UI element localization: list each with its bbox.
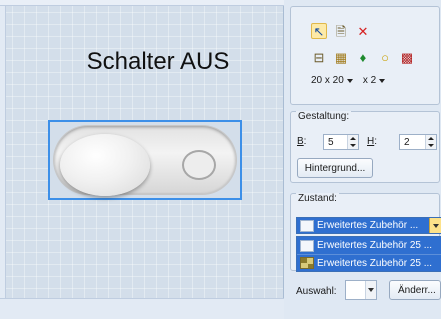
spinner-arrows-icon[interactable] — [425, 135, 436, 149]
chevron-down-icon[interactable] — [429, 218, 441, 233]
chevron-down-icon — [379, 78, 386, 83]
chevron-down-icon — [346, 78, 353, 83]
toolbar-group: ↖ 🗎 ✕ ⊟ ▦ ♦ ○ ▩ 20 x 20 x 2 — [290, 6, 440, 105]
canvas-top-border — [0, 0, 284, 6]
height-label-colon: : — [374, 136, 378, 147]
grid-size-value: 20 x 20 — [311, 75, 344, 86]
width-label: B: — [297, 136, 306, 147]
design-canvas[interactable]: Schalter AUS — [0, 0, 284, 319]
scale-value: x 2 — [362, 75, 377, 86]
switch-selection-frame[interactable] — [48, 120, 242, 200]
grid-size-dropdown[interactable]: 20 x 20 — [311, 75, 353, 86]
height-spinner[interactable]: 2 — [399, 134, 437, 150]
width-label-key: B — [297, 136, 304, 147]
tile-pattern-icon — [300, 257, 314, 269]
grid-icon[interactable]: ▦ — [333, 49, 349, 65]
properties-panel: ↖ 🗎 ✕ ⊟ ▦ ♦ ○ ▩ 20 x 20 x 2 Gestaltung: B: 5 H… — [285, 0, 441, 319]
canvas-bottom-border — [0, 298, 284, 319]
auswahl-combo[interactable] — [345, 280, 377, 300]
spinner-arrows-icon[interactable] — [347, 135, 358, 149]
green-pin-icon[interactable]: ♦ — [355, 49, 371, 65]
width-spinner[interactable]: 5 — [323, 134, 359, 150]
scale-dropdown[interactable]: x 2 — [362, 75, 386, 86]
zustand-option-label: Erweitertes Zubehör 25 ... — [317, 257, 433, 269]
properties-icon[interactable]: 🗎 — [333, 23, 349, 39]
zustand-option-label: Erweitertes Zubehör 25 ... — [317, 240, 433, 251]
zustand-legend: Zustand: — [296, 193, 339, 204]
auswahl-value — [346, 281, 365, 299]
delete-icon[interactable]: ✕ — [355, 23, 371, 39]
zustand-dropdown-list[interactable]: Erweitertes Zubehör 25 ... Erweitertes Z… — [296, 236, 441, 272]
auswahl-label: Auswahl: — [296, 286, 337, 297]
state-swatch-icon — [300, 239, 314, 252]
toggle-off-indicator — [182, 150, 216, 180]
zustand-option[interactable]: Erweitertes Zubehör 25 ... — [297, 254, 441, 271]
canvas-left-border — [0, 6, 6, 298]
gestaltung-legend: Gestaltung: — [296, 111, 352, 122]
checker-icon[interactable]: ▩ — [399, 49, 415, 65]
circle-icon[interactable]: ○ — [377, 49, 393, 65]
chevron-down-icon[interactable] — [365, 281, 376, 299]
height-label: H: — [367, 136, 377, 147]
switch-caption: Schalter AUS — [86, 48, 230, 75]
toolbar-row-2: ⊟ ▦ ♦ ○ ▩ — [311, 49, 415, 65]
hintergrund-button[interactable]: Hintergrund... — [297, 158, 373, 178]
toolbar-row-1: ↖ 🗎 ✕ — [311, 23, 371, 39]
toolbar-row-3: 20 x 20 x 2 — [311, 75, 386, 86]
aendern-button[interactable]: Änderr... — [389, 280, 441, 300]
button-shape-icon[interactable]: ⊟ — [311, 49, 327, 65]
gestaltung-group: Gestaltung: B: 5 H: 2 Hintergrund... — [290, 111, 440, 183]
state-swatch-icon — [300, 219, 314, 232]
width-value: 5 — [328, 136, 334, 148]
arrow-pointer-icon[interactable]: ↖ — [311, 23, 327, 39]
height-value: 2 — [404, 136, 410, 148]
toggle-knob[interactable] — [60, 134, 150, 196]
width-label-colon: : — [303, 136, 307, 147]
zustand-option[interactable]: Erweitertes Zubehör 25 ... — [297, 237, 441, 254]
toggle-switch[interactable] — [54, 126, 236, 196]
zustand-selected-value: Erweitertes Zubehör ... — [317, 220, 419, 231]
zustand-select[interactable]: Erweitertes Zubehör ... — [296, 217, 441, 234]
